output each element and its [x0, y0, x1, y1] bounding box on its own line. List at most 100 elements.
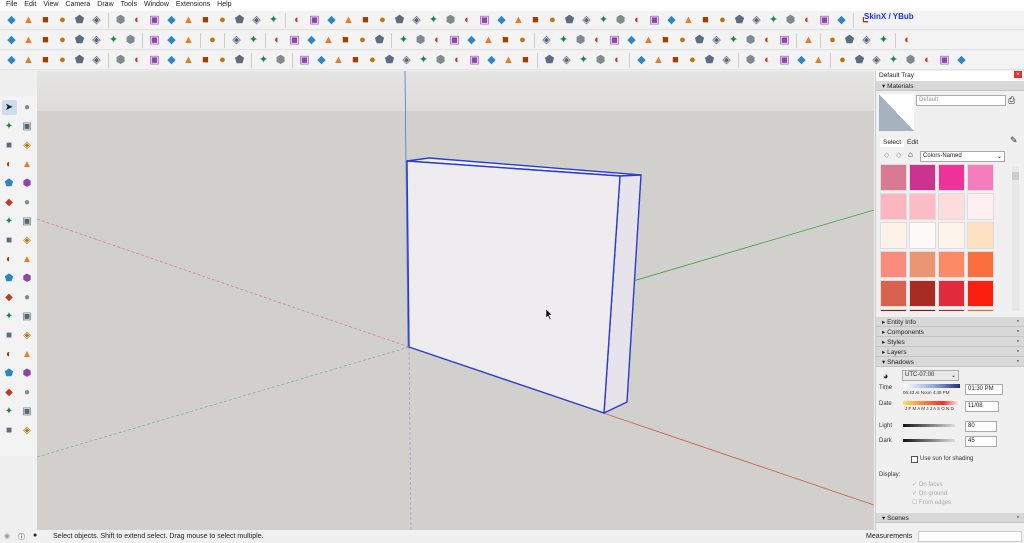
materials-panel-header[interactable]: ▾ Materials: [876, 81, 1024, 91]
material-swatch[interactable]: [909, 251, 936, 278]
dimension-icon[interactable]: ●: [20, 290, 35, 305]
light-field[interactable]: 80: [965, 421, 997, 432]
shadow-toggle-icon[interactable]: ◕: [883, 371, 888, 381]
shape-c-icon[interactable]: ▲: [331, 53, 346, 68]
material-swatch[interactable]: [967, 309, 994, 311]
section-plane-icon[interactable]: ◈: [20, 423, 35, 438]
shape-z-icon[interactable]: ⬢: [743, 53, 758, 68]
box-b-icon[interactable]: ▣: [777, 53, 792, 68]
shape-h-icon[interactable]: ✦: [416, 53, 431, 68]
offset-icon[interactable]: ⬢: [20, 271, 35, 286]
tool13-icon[interactable]: ■: [498, 33, 513, 48]
menu-tools[interactable]: Tools: [118, 0, 141, 11]
menu-draw[interactable]: Draw: [94, 0, 117, 11]
stool-icon[interactable]: ✦: [886, 53, 901, 68]
shape16-icon[interactable]: ■: [528, 13, 543, 28]
create-material-icon[interactable]: ⎙: [1008, 95, 1015, 106]
material-swatch[interactable]: [880, 222, 907, 249]
shape29-icon[interactable]: ◈: [749, 13, 764, 28]
arc2-icon[interactable]: ✦: [2, 214, 17, 229]
material-swatch[interactable]: [880, 164, 907, 191]
viewport-3d[interactable]: [36, 70, 875, 531]
sandbox5-icon[interactable]: ▲: [181, 53, 196, 68]
shape7-icon[interactable]: ●: [375, 13, 390, 28]
shape11-icon[interactable]: ⬢: [443, 13, 458, 28]
follow-me-icon[interactable]: ▲: [20, 252, 35, 267]
shape-p-icon[interactable]: ◈: [559, 53, 574, 68]
scenes-panel-header[interactable]: ▾ Scenes ▪: [876, 513, 1024, 523]
push-pull-e-icon[interactable]: ▲: [21, 33, 36, 48]
menu-window[interactable]: Window: [141, 0, 173, 11]
curve-tool-icon[interactable]: ◆: [164, 33, 179, 48]
tool14-icon[interactable]: ●: [515, 33, 530, 48]
box5-icon[interactable]: ▣: [607, 33, 622, 48]
circle-icon[interactable]: ⬟: [852, 53, 867, 68]
material-swatch[interactable]: [909, 309, 936, 311]
shape12-icon[interactable]: ◐: [460, 13, 475, 28]
forward-icon[interactable]: ◇: [896, 151, 901, 159]
material-swatch[interactable]: [967, 251, 994, 278]
sword-icon[interactable]: ⬟: [72, 53, 87, 68]
paint-bucket-icon[interactable]: ✦: [2, 119, 17, 134]
eraser-icon[interactable]: ●: [20, 100, 35, 115]
shape27-icon[interactable]: ●: [715, 13, 730, 28]
shape-t-icon[interactable]: ◆: [634, 53, 649, 68]
shape25-icon[interactable]: ▲: [681, 13, 696, 28]
rock-icon[interactable]: ◐: [270, 33, 285, 48]
menu-camera[interactable]: Camera: [62, 0, 94, 11]
box8-icon[interactable]: ■: [658, 33, 673, 48]
shape28-icon[interactable]: ⬟: [732, 13, 747, 28]
skin-label[interactable]: SkinX / YBub: [864, 12, 914, 21]
material-swatch[interactable]: [967, 193, 994, 220]
box12-icon[interactable]: ✦: [726, 33, 741, 48]
shape21-icon[interactable]: ⬢: [613, 13, 628, 28]
shape4-icon[interactable]: ◆: [324, 13, 339, 28]
box4-icon[interactable]: ◐: [590, 33, 605, 48]
solid5-icon[interactable]: ◈: [89, 53, 104, 68]
rotate-icon[interactable]: ▣: [147, 13, 162, 28]
shape-b-icon[interactable]: ◆: [314, 53, 329, 68]
material-swatch[interactable]: [967, 280, 994, 307]
menu-extensions[interactable]: Extensions: [173, 0, 214, 11]
plank-icon[interactable]: ▣: [147, 33, 162, 48]
material-swatch[interactable]: [938, 309, 965, 311]
panel-close-icon[interactable]: ▪: [1017, 328, 1019, 335]
material-swatch[interactable]: [880, 309, 907, 311]
scene-icon[interactable]: ▲: [801, 33, 816, 48]
tool15-icon[interactable]: ◈: [859, 33, 874, 48]
user-icon[interactable]: ●: [33, 532, 37, 539]
shape-u-icon[interactable]: ▲: [651, 53, 666, 68]
tool8-icon[interactable]: ⬢: [413, 33, 428, 48]
cloud-icon[interactable]: ▲: [181, 13, 196, 28]
protractor-icon[interactable]: ✦: [2, 309, 17, 324]
panel-header-styles[interactable]: ▸ Styles ▪: [876, 337, 1024, 347]
box10-icon[interactable]: ⬟: [692, 33, 707, 48]
push-pull-x-icon[interactable]: ✦: [106, 33, 121, 48]
rotate-icon[interactable]: ◐: [2, 252, 17, 267]
push-pull-j-icon[interactable]: ■: [38, 33, 53, 48]
material-swatch[interactable]: [909, 222, 936, 249]
shape-l-icon[interactable]: ◆: [484, 53, 499, 68]
shadows-panel-header[interactable]: ▾ Shadows ▪: [876, 357, 1024, 367]
material-swatch[interactable]: [909, 164, 936, 191]
solid3-icon[interactable]: ■: [38, 53, 53, 68]
tool10-icon[interactable]: ▣: [447, 33, 462, 48]
shape20-icon[interactable]: ✦: [596, 13, 611, 28]
shape-m-icon[interactable]: ▲: [501, 53, 516, 68]
panel-header-entity-info[interactable]: ▸ Entity Info ▪: [876, 317, 1024, 327]
shape-k-icon[interactable]: ▣: [467, 53, 482, 68]
from-edges-checkbox[interactable]: ☐ From edges: [912, 499, 951, 506]
sandbox2-icon[interactable]: ◐: [130, 53, 145, 68]
shape15-icon[interactable]: ▲: [511, 13, 526, 28]
box11-icon[interactable]: ◈: [709, 33, 724, 48]
material-swatch[interactable]: [909, 193, 936, 220]
library-select[interactable]: Colors-Named ⌄: [920, 151, 1005, 162]
panel-icon[interactable]: ●: [205, 33, 220, 48]
material-swatch[interactable]: [938, 251, 965, 278]
walk-icon[interactable]: ■: [2, 423, 17, 438]
shape3-icon[interactable]: ▣: [307, 13, 322, 28]
pencil-icon[interactable]: ■: [2, 138, 17, 153]
box3-icon[interactable]: ⬢: [573, 33, 588, 48]
play-icon[interactable]: ▲: [21, 13, 36, 28]
shape18-icon[interactable]: ⬟: [562, 13, 577, 28]
